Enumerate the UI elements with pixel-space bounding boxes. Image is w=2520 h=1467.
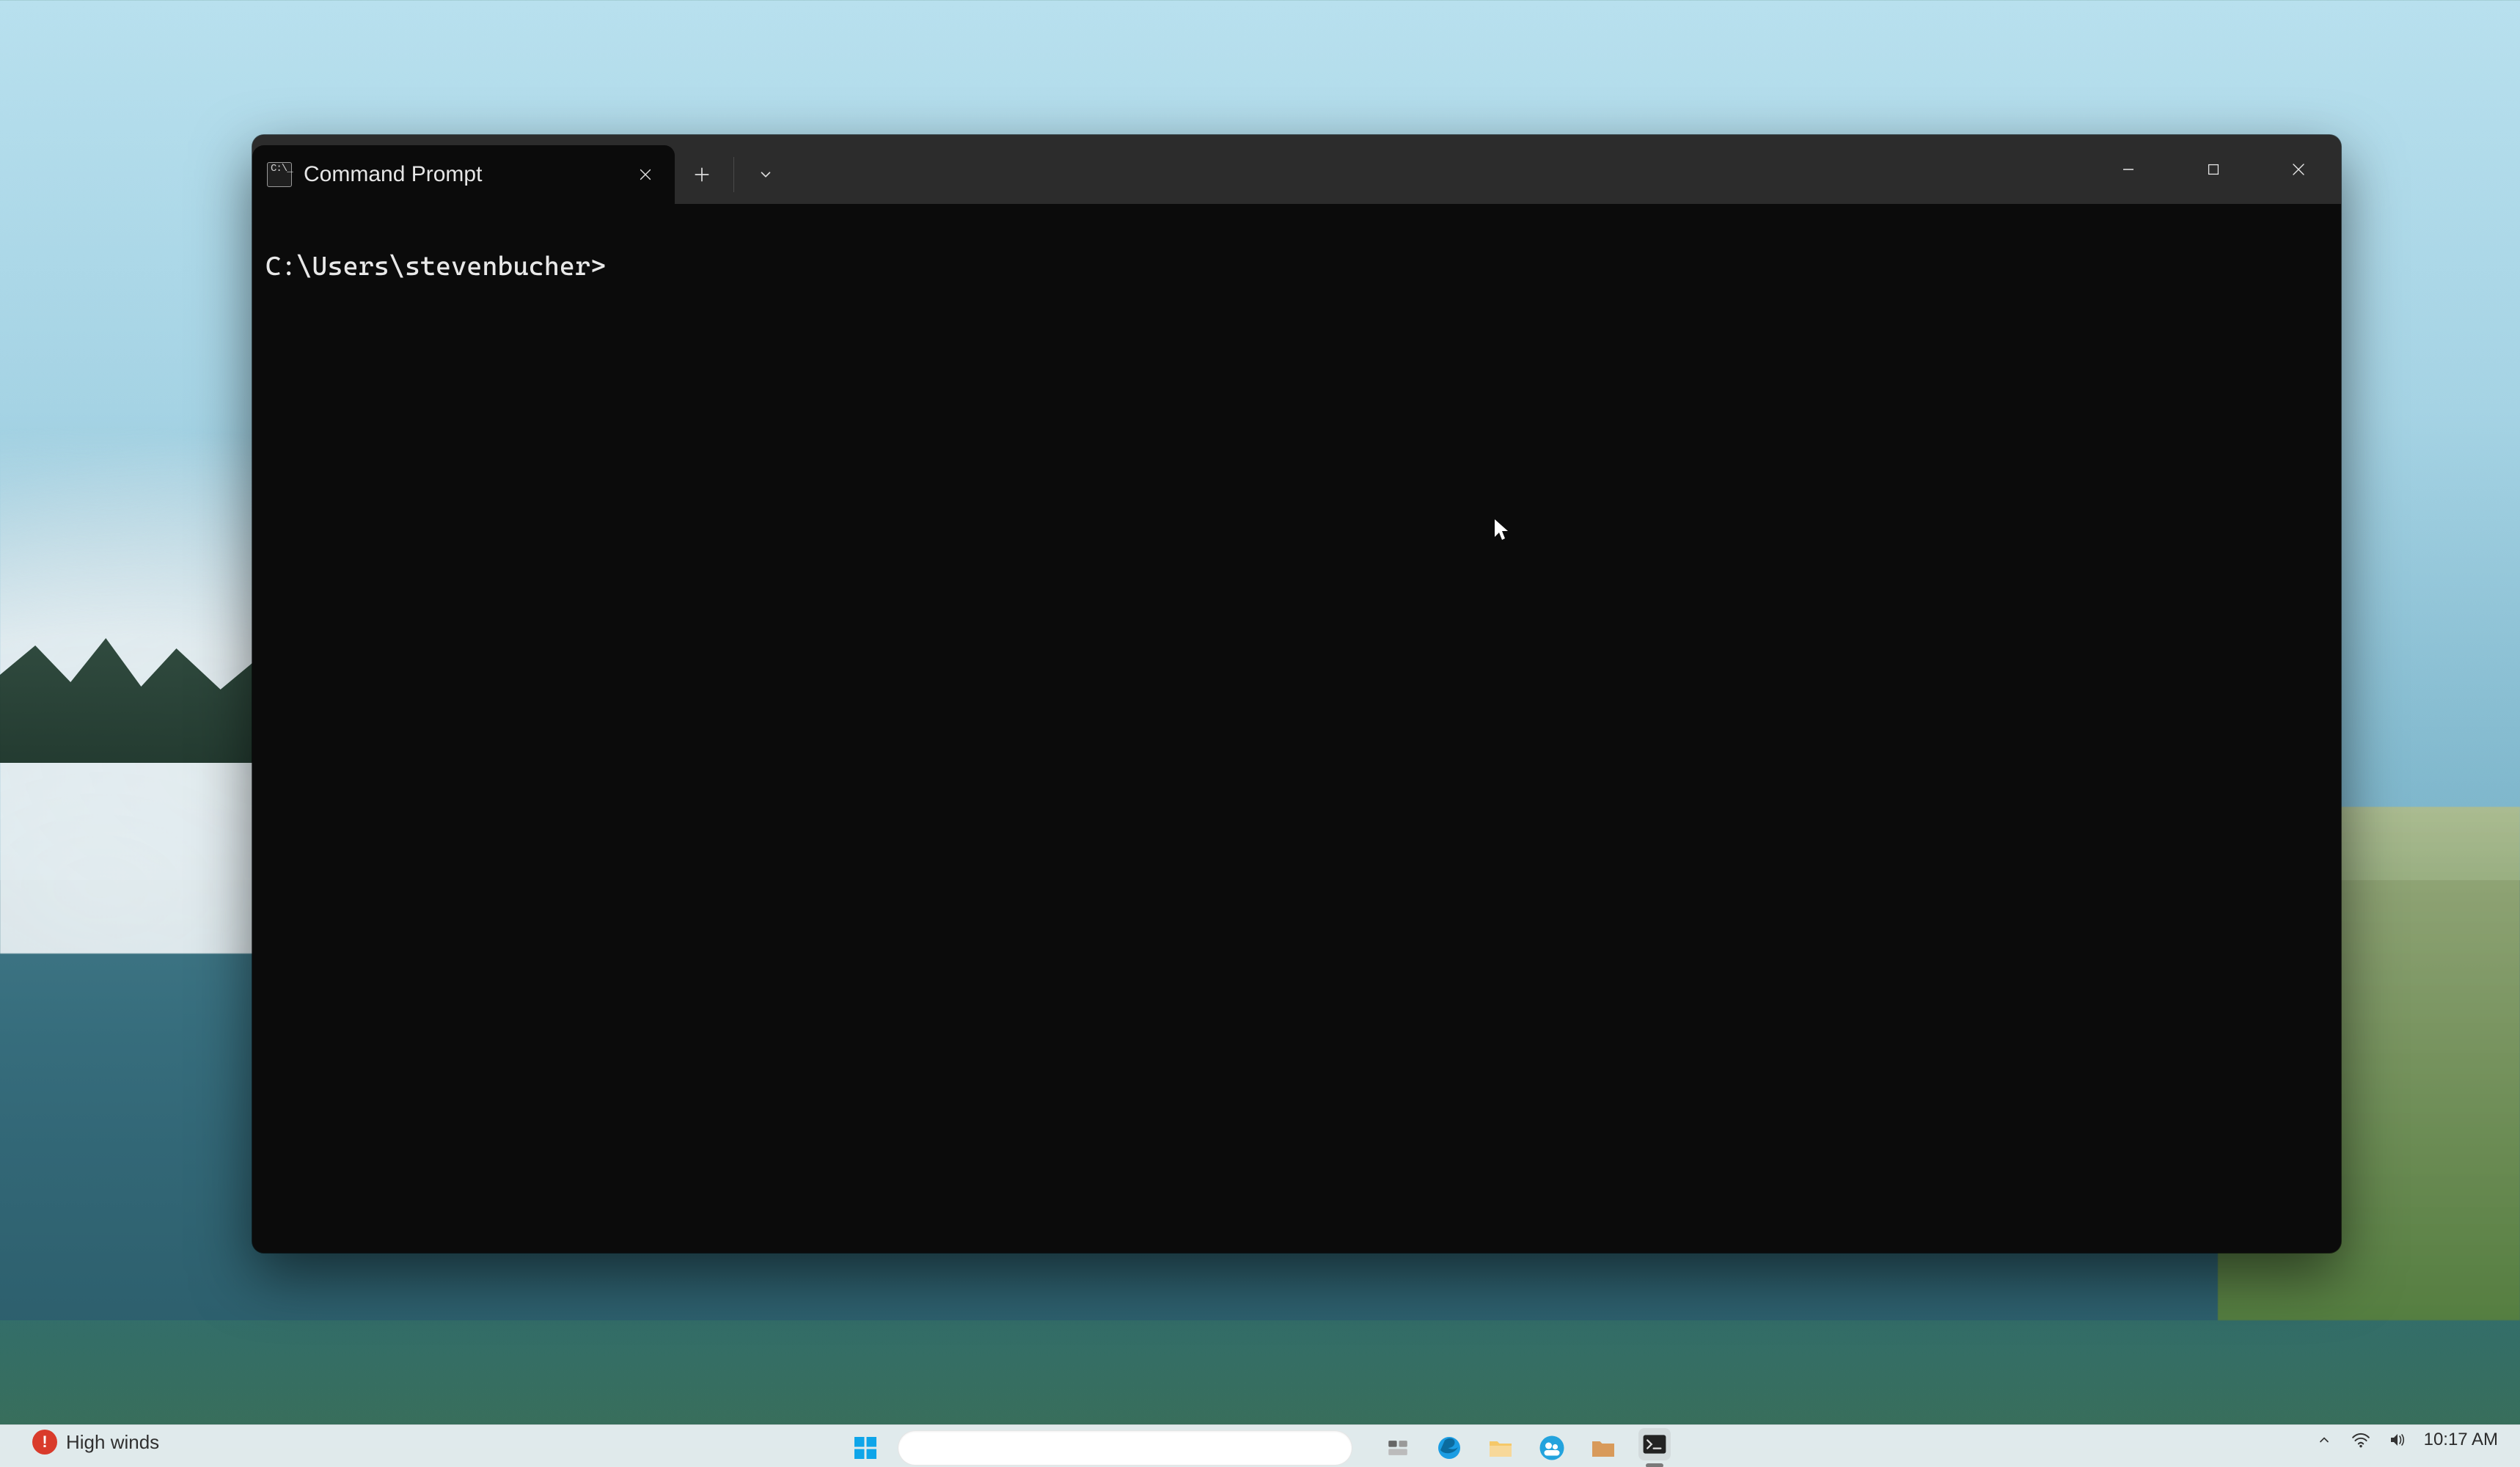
wifi-icon <box>2351 1432 2370 1448</box>
taskbar-search[interactable] <box>898 1430 1352 1466</box>
folder-button[interactable] <box>1587 1432 1619 1464</box>
volume-icon <box>2389 1432 2406 1448</box>
close-icon <box>2290 161 2307 178</box>
teams-button[interactable] <box>1536 1432 1568 1464</box>
maximize-button[interactable] <box>2171 135 2256 204</box>
edge-button[interactable] <box>1433 1432 1465 1464</box>
tray-overflow-button[interactable] <box>2314 1430 2334 1450</box>
taskbar-left[interactable]: ! High winds <box>0 1425 171 1455</box>
teams-icon <box>1539 1435 1565 1461</box>
command-prompt-icon: C:\_ <box>267 162 292 187</box>
minimize-icon <box>2120 161 2137 178</box>
network-tray[interactable] <box>2351 1430 2371 1450</box>
file-explorer-button[interactable] <box>1484 1432 1517 1464</box>
tab-dropdown-button[interactable] <box>739 145 793 204</box>
windows-terminal-window: C:\_ Command Prompt <box>252 135 2341 1253</box>
task-view-button[interactable] <box>1382 1432 1414 1464</box>
titlebar[interactable]: C:\_ Command Prompt <box>252 135 2341 204</box>
folder-icon <box>1590 1437 1616 1459</box>
taskbar-active-indicator <box>1646 1463 1663 1467</box>
chevron-up-icon <box>2317 1433 2332 1447</box>
weather-text[interactable]: High winds <box>66 1431 159 1454</box>
minimize-button[interactable] <box>2086 135 2171 204</box>
prompt-line: C:\Users\stevenbucher> <box>265 252 606 282</box>
taskbar-clock[interactable]: 10:17 AM <box>2424 1430 2498 1450</box>
taskbar-center <box>849 1428 1671 1467</box>
window-close-button[interactable] <box>2256 135 2341 204</box>
mouse-cursor-icon <box>1493 518 1511 543</box>
start-button[interactable] <box>849 1432 882 1464</box>
volume-tray[interactable] <box>2387 1430 2408 1450</box>
new-tab-button[interactable] <box>675 145 729 204</box>
terminal-body[interactable]: C:\Users\stevenbucher> <box>252 204 2341 1253</box>
weather-alert-badge: ! <box>32 1430 57 1455</box>
tab-close-button[interactable] <box>631 160 660 189</box>
close-icon <box>637 167 653 183</box>
terminal-taskbar-button[interactable] <box>1638 1428 1671 1460</box>
tab-command-prompt[interactable]: C:\_ Command Prompt <box>252 145 675 204</box>
terminal-icon <box>1642 1434 1667 1455</box>
tab-title: Command Prompt <box>304 162 482 187</box>
taskbar[interactable]: ! High winds <box>0 1424 2520 1467</box>
task-view-icon <box>1385 1435 1410 1460</box>
plus-icon <box>692 165 711 184</box>
start-icon <box>852 1435 879 1461</box>
window-controls <box>2086 135 2341 204</box>
maximize-icon <box>2205 161 2222 178</box>
taskbar-right: 10:17 AM <box>2314 1425 2520 1450</box>
tab-actions <box>675 145 793 204</box>
taskbar-pinned-apps <box>1382 1428 1671 1467</box>
edge-icon <box>1436 1435 1462 1461</box>
file-explorer-icon <box>1487 1437 1514 1459</box>
separator <box>733 157 734 192</box>
chevron-down-icon <box>758 167 774 183</box>
